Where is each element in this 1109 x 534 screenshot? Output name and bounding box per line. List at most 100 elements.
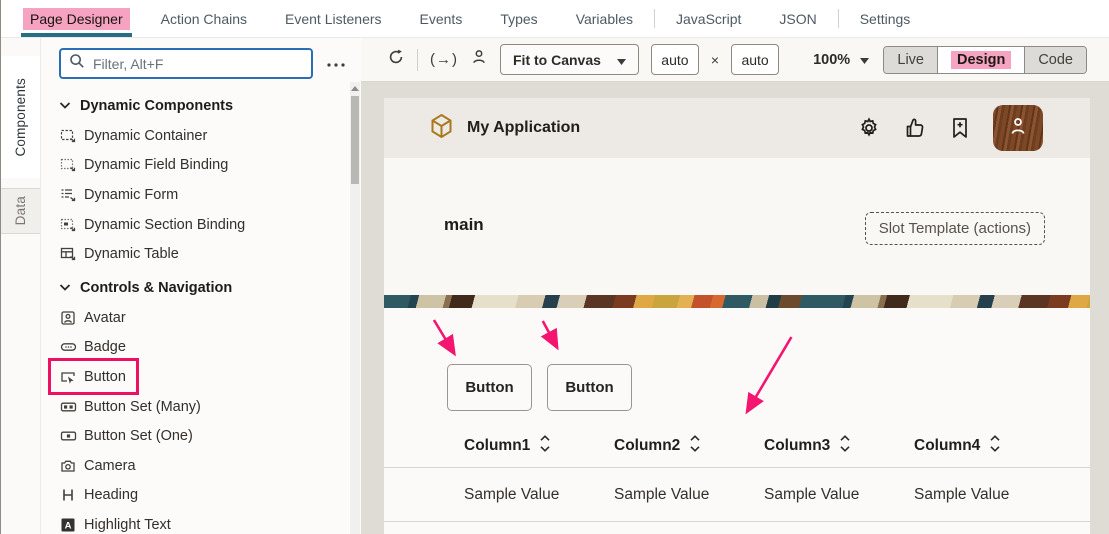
avatar-icon (59, 310, 77, 326)
app-title: My Application (467, 119, 580, 137)
tab-divider (654, 9, 655, 28)
palette-side-tabs: Components Data (1, 38, 41, 534)
refresh-button[interactable] (387, 48, 405, 71)
table-column-header-1[interactable]: Column1 (464, 425, 614, 467)
canvas-button-2[interactable]: Button (547, 364, 632, 411)
button-icon (59, 369, 77, 385)
sort-icon[interactable] (540, 435, 550, 457)
camera-icon (59, 458, 77, 474)
components-palette: Dynamic Components Dynamic Container Dyn… (41, 38, 361, 534)
tab-settings[interactable]: Settings (841, 0, 930, 37)
dynamic-container-icon (59, 128, 77, 144)
view-mode-code[interactable]: Code (1024, 47, 1086, 73)
palette-item-dynamic-form[interactable]: Dynamic Form (59, 180, 361, 210)
thumbs-up-icon[interactable] (903, 116, 927, 140)
palette-item-highlight-text[interactable]: A Highlight Text (59, 510, 361, 534)
table-column-header-2[interactable]: Column2 (614, 425, 764, 467)
search-icon (69, 53, 85, 74)
page-designer-app: Page Designer Action Chains Event Listen… (0, 0, 1109, 534)
component-tree: Dynamic Components Dynamic Container Dyn… (41, 79, 361, 534)
editor-tab-bar: Page Designer Action Chains Event Listen… (1, 0, 1109, 38)
app-logo-icon (429, 113, 454, 144)
table-cell: Sample Value (614, 468, 764, 521)
tab-page-designer[interactable]: Page Designer (11, 0, 142, 37)
view-mode-live[interactable]: Live (884, 47, 937, 73)
palette-item-avatar[interactable]: Avatar (59, 303, 361, 333)
zoom-dropdown[interactable]: 100% (813, 52, 869, 68)
code-insert-toggle[interactable]: (→) (430, 51, 458, 68)
tab-types[interactable]: Types (481, 0, 556, 37)
tab-javascript[interactable]: JavaScript (657, 0, 760, 37)
canvas-button-1[interactable]: Button (447, 364, 532, 411)
section-dynamic-components[interactable]: Dynamic Components (59, 91, 361, 121)
side-tab-data[interactable]: Data (1, 188, 40, 234)
side-tab-components[interactable]: Components (1, 56, 40, 178)
component-filter-input[interactable] (93, 56, 303, 72)
component-filter-box (59, 48, 313, 79)
view-mode-switcher: Live Design Code (883, 46, 1087, 74)
table-header-row: Column1 Column2 Column3 (384, 425, 1090, 468)
section-controls-navigation[interactable]: Controls & Navigation (59, 273, 361, 303)
header-pattern-image (384, 295, 1090, 308)
scrollbar-up-arrow-icon (351, 86, 359, 91)
tab-divider (838, 9, 839, 28)
person-icon (1007, 115, 1029, 142)
sort-icon[interactable] (990, 435, 1000, 457)
canvas-height-input[interactable] (731, 44, 779, 75)
ellipsis-icon (326, 55, 346, 73)
button-set-one-icon (59, 428, 77, 444)
dynamic-section-binding-icon (59, 217, 77, 233)
page-title: main (444, 215, 484, 235)
palette-item-button[interactable]: Button (59, 362, 361, 392)
scrollbar-thumb[interactable] (351, 96, 359, 184)
table-cell: Sample Value (464, 468, 614, 521)
table-cell: Sample Value (764, 468, 914, 521)
app-header: My Application (384, 98, 1090, 158)
chevron-down-icon (59, 280, 71, 296)
palette-item-button-set-one[interactable]: Button Set (One) (59, 421, 361, 451)
refresh-icon (387, 48, 405, 71)
palette-item-button-set-many[interactable]: Button Set (Many) (59, 392, 361, 422)
palette-item-dynamic-table[interactable]: Dynamic Table (59, 239, 361, 269)
palette-overflow-menu-button[interactable] (321, 49, 351, 79)
tab-event-listeners[interactable]: Event Listeners (266, 0, 401, 37)
palette-item-dynamic-container[interactable]: Dynamic Container (59, 121, 361, 151)
chevron-down-icon (617, 52, 626, 68)
canvas-column: (→) Fit to Canvas × 100% (361, 38, 1109, 534)
table-cell: Sample Value (914, 468, 1064, 521)
person-icon (470, 48, 488, 71)
toolbar-divider (417, 49, 418, 71)
user-mode-button[interactable] (470, 48, 488, 71)
chevron-down-icon (59, 98, 71, 114)
dynamic-field-binding-icon (59, 157, 77, 173)
bookmark-add-icon[interactable] (949, 116, 971, 140)
slot-template-actions[interactable]: Slot Template (actions) (865, 212, 1045, 245)
designed-page: My Application (384, 98, 1090, 534)
tab-variables[interactable]: Variables (557, 0, 652, 37)
dynamic-table-icon (59, 246, 77, 262)
canvas-width-input[interactable] (651, 44, 699, 75)
settings-gear-icon[interactable] (857, 116, 881, 140)
table-column-header-3[interactable]: Column3 (764, 425, 914, 467)
tab-json[interactable]: JSON (760, 0, 835, 37)
palette-item-badge[interactable]: Badge (59, 333, 361, 363)
palette-item-dynamic-field-binding[interactable]: Dynamic Field Binding (59, 151, 361, 181)
canvas-toolbar: (→) Fit to Canvas × 100% (361, 38, 1109, 82)
design-canvas: My Application (361, 82, 1109, 534)
buttons-row: Button Button (447, 364, 632, 411)
palette-scrollbar[interactable] (350, 82, 360, 534)
user-avatar[interactable] (993, 105, 1043, 151)
palette-item-dynamic-section-binding[interactable]: Dynamic Section Binding (59, 210, 361, 240)
palette-item-camera[interactable]: Camera (59, 451, 361, 481)
view-mode-design[interactable]: Design (937, 47, 1024, 73)
tab-events[interactable]: Events (401, 0, 482, 37)
palette-item-heading[interactable]: Heading (59, 481, 361, 511)
table-column-header-4[interactable]: Column4 (914, 425, 1064, 467)
canvas-size-dropdown[interactable]: Fit to Canvas (500, 44, 639, 75)
sort-icon[interactable] (840, 435, 850, 457)
page-content: Button Button Column1 Column2 (384, 308, 1090, 534)
highlight-text-icon: A (59, 517, 77, 533)
canvas-table: Column1 Column2 Column3 (384, 425, 1090, 522)
tab-action-chains[interactable]: Action Chains (142, 0, 266, 37)
sort-icon[interactable] (690, 435, 700, 457)
